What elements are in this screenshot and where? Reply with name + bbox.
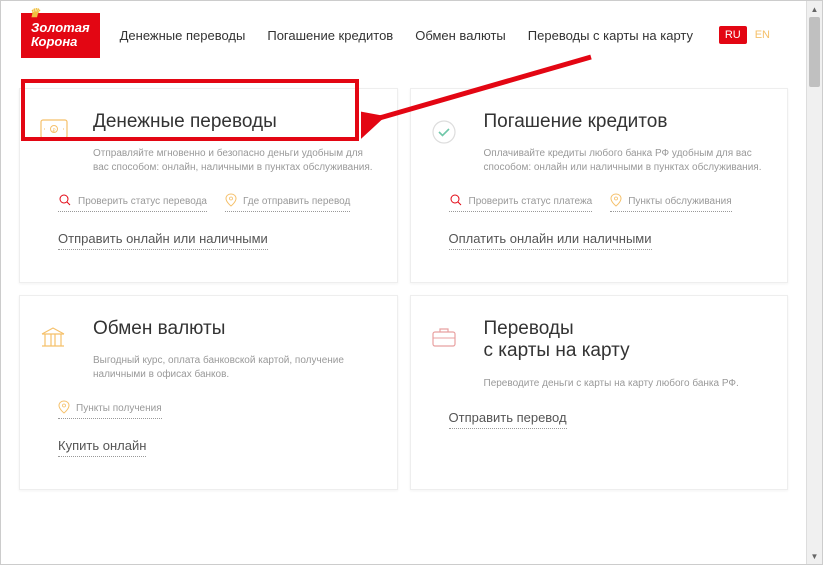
card-transfers: ₽ Денежные переводы Отправляйте мгновенн…: [19, 88, 398, 283]
card-exchange: Обмен валюты Выгодный курс, оплата банко…: [19, 295, 398, 490]
cards-grid: ₽ Денежные переводы Отправляйте мгновенн…: [1, 70, 806, 508]
check-circle-icon: [431, 119, 459, 141]
card-credits: Погашение кредитов Оплачивайте кредиты л…: [410, 88, 789, 283]
logo[interactable]: ♛ Золотая Корона: [21, 13, 100, 58]
card-card2card-desc: Переводите деньги с карты на карту любог…: [484, 377, 770, 391]
card-transfers-desc: Отправляйте мгновенно и безопасно деньги…: [93, 147, 379, 175]
link-check-payment-status[interactable]: Проверить статус платежа: [449, 193, 593, 212]
building-icon: [40, 326, 68, 348]
svg-text:₽: ₽: [52, 128, 56, 134]
scrollbar-arrow-up-icon[interactable]: ▲: [807, 1, 822, 17]
nav: Денежные переводы Погашение кредитов Обм…: [120, 28, 699, 43]
money-icon: ₽: [40, 119, 68, 141]
crown-icon: ♛: [29, 7, 40, 20]
header: ♛ Золотая Корона Денежные переводы Погаш…: [1, 1, 806, 70]
card-exchange-title: Обмен валюты: [93, 318, 379, 341]
card-transfers-title: Денежные переводы: [93, 111, 379, 134]
nav-exchange[interactable]: Обмен валюты: [415, 28, 506, 43]
card-card2card: Переводы с карты на карту Переводите ден…: [410, 295, 789, 490]
pin-icon: [58, 400, 70, 417]
card-credits-title: Погашение кредитов: [484, 111, 770, 134]
pin-icon: [610, 193, 622, 210]
link-check-transfer-status[interactable]: Проверить статус перевода: [58, 193, 207, 212]
scrollbar[interactable]: ▲ ▼: [806, 1, 822, 564]
search-icon: [449, 193, 463, 210]
briefcase-icon: [431, 326, 459, 348]
lang-ru[interactable]: RU: [719, 26, 747, 44]
card-card2card-title: Переводы с карты на карту: [484, 318, 770, 364]
action-pay-credit[interactable]: Оплатить онлайн или наличными: [449, 231, 652, 250]
link-pickup-points[interactable]: Пункты получения: [58, 400, 162, 419]
card-exchange-desc: Выгодный курс, оплата банковской картой,…: [93, 354, 379, 382]
nav-transfers[interactable]: Денежные переводы: [120, 28, 246, 43]
pin-icon: [225, 193, 237, 210]
search-icon: [58, 193, 72, 210]
logo-text-1: Золотая: [31, 20, 90, 35]
lang-en[interactable]: EN: [749, 26, 776, 44]
card-credits-desc: Оплачивайте кредиты любого банка РФ удоб…: [484, 147, 770, 175]
action-buy-online[interactable]: Купить онлайн: [58, 438, 146, 457]
nav-credits[interactable]: Погашение кредитов: [267, 28, 393, 43]
action-send-transfer[interactable]: Отправить онлайн или наличными: [58, 231, 268, 250]
scrollbar-thumb[interactable]: [809, 17, 820, 87]
link-where-to-send[interactable]: Где отправить перевод: [225, 193, 350, 212]
scrollbar-arrow-down-icon[interactable]: ▼: [807, 548, 822, 564]
nav-card2card[interactable]: Переводы с карты на карту: [528, 28, 693, 43]
logo-text-2: Корона: [31, 34, 77, 49]
action-send-card-transfer[interactable]: Отправить перевод: [449, 410, 567, 429]
lang-switcher: RU EN: [719, 26, 776, 44]
link-service-points[interactable]: Пункты обслуживания: [610, 193, 731, 212]
